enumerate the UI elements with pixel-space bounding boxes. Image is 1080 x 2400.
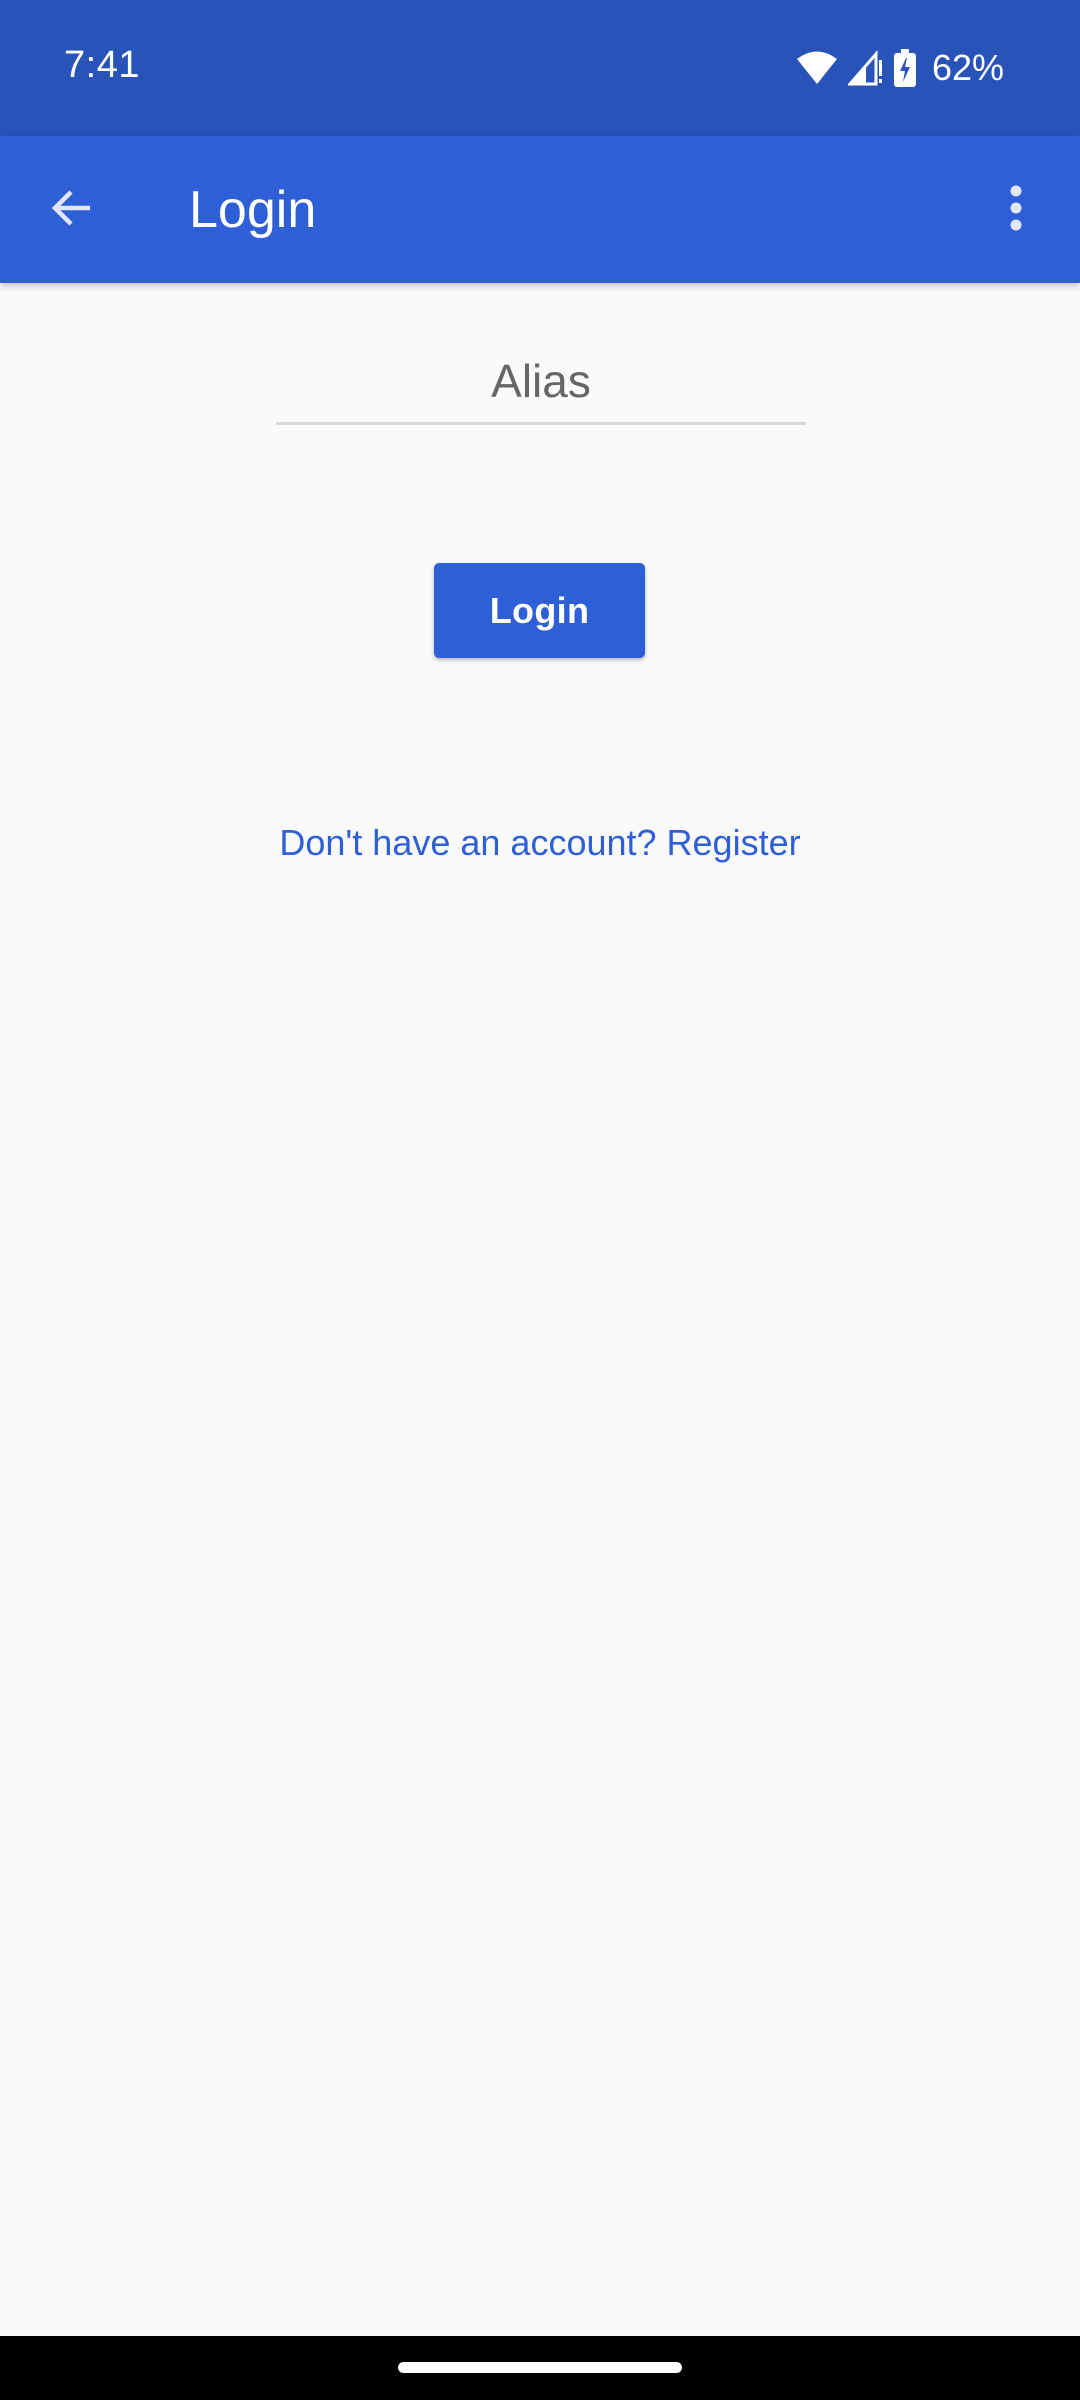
cellular-signal-icon — [847, 50, 884, 86]
battery-percent: 62% — [931, 47, 1004, 88]
status-time: 7:41 — [64, 44, 140, 86]
more-options-button[interactable] — [974, 168, 1058, 252]
status-icons: 62% — [796, 44, 1004, 92]
login-screen: 7:41 62% Login Alias Login Don't have an… — [0, 0, 1080, 2400]
login-button-label: Login — [489, 589, 590, 631]
login-button[interactable]: Login — [434, 563, 645, 658]
page-title: Login — [189, 181, 317, 239]
battery-charging-icon — [893, 49, 916, 87]
wifi-icon — [796, 50, 838, 86]
back-button[interactable] — [30, 168, 114, 252]
home-indicator[interactable] — [398, 2362, 682, 2373]
more-vert-icon — [1010, 185, 1022, 236]
app-bar: Login — [0, 136, 1080, 283]
navigation-bar — [0, 2336, 1080, 2400]
arrow-back-icon — [50, 186, 94, 235]
alias-input[interactable] — [276, 340, 806, 422]
alias-field-container — [276, 340, 806, 425]
status-bar: 7:41 62% — [0, 0, 1080, 136]
register-link[interactable]: Don't have an account? Register — [0, 822, 1080, 864]
